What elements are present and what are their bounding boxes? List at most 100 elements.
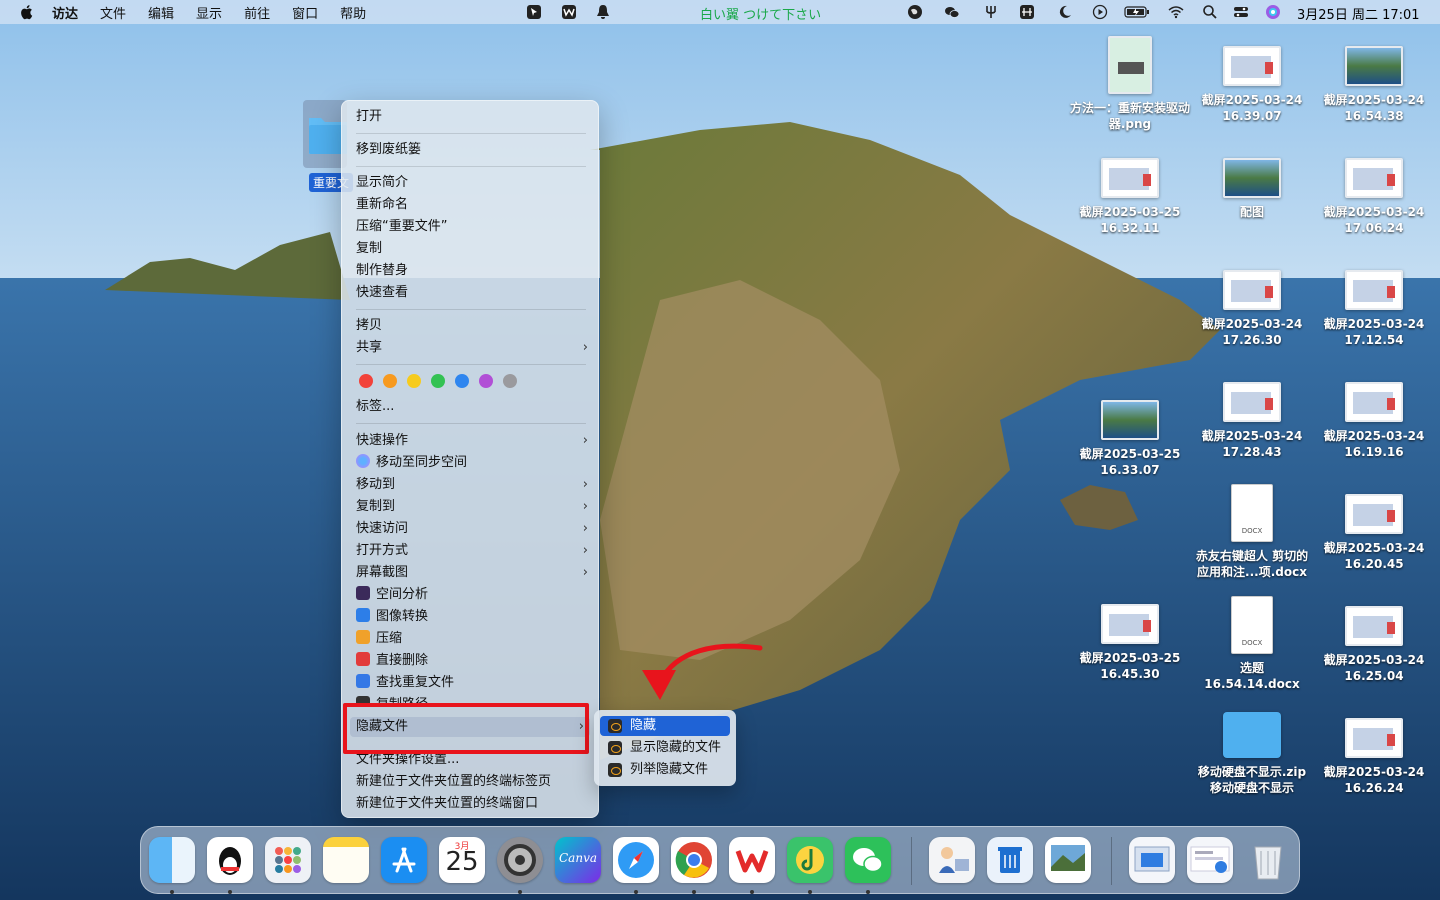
qq-music-icon[interactable] — [787, 837, 833, 883]
system-settings-gear-icon[interactable] — [497, 837, 543, 883]
tag-yellow-dot[interactable] — [407, 374, 421, 388]
desktop-file-icon[interactable]: 赤友右键超人 剪切的应用和注...项.docx — [1192, 484, 1312, 580]
menu-item-new-terminal-tab[interactable]: 新建位于文件夹位置的终端标签页 — [356, 772, 588, 792]
menu-item-tags[interactable]: 标签... — [356, 397, 588, 417]
desktop-file-icon[interactable]: 截屏2025-03-25 16.32.11 — [1070, 158, 1190, 236]
menu-view[interactable]: 显示 — [196, 3, 222, 22]
menu-item-open[interactable]: 打开 — [356, 107, 588, 127]
menu-item-quick-look[interactable]: 快速查看 — [356, 283, 588, 303]
tag-orange-dot[interactable] — [383, 374, 397, 388]
wps-icon[interactable] — [561, 4, 577, 20]
tag-blue-dot[interactable] — [455, 374, 469, 388]
menu-item-label: 直接删除 — [376, 653, 429, 668]
menu-item-move-to-sync[interactable]: 移动至同步空间 — [356, 453, 588, 473]
menu-item-new-terminal-window[interactable]: 新建位于文件夹位置的终端窗口 — [356, 794, 588, 814]
menu-app-name[interactable]: 访达 — [52, 3, 78, 22]
launchpad-icon[interactable] — [265, 837, 311, 883]
notes-icon[interactable] — [323, 837, 369, 883]
desktop-file-icon[interactable]: 方法一：重新安装驱动器.png — [1070, 36, 1190, 132]
menu-item-compress2[interactable]: 压缩 — [356, 629, 588, 649]
uninstaller-icon[interactable] — [987, 837, 1033, 883]
menu-item-share[interactable]: 共享 › — [356, 338, 588, 358]
calendar-icon[interactable]: 3月 25 — [439, 837, 485, 883]
recent-files-stack-icon[interactable] — [1187, 837, 1233, 883]
submenu-item-list-hidden[interactable]: 列举隐藏文件 — [600, 760, 730, 780]
menu-item-copy-to[interactable]: 复制到 › — [356, 497, 588, 517]
desktop-file-icon[interactable]: 截屏2025-03-24 16.25.04 — [1314, 606, 1434, 684]
menu-edit[interactable]: 编辑 — [148, 3, 174, 22]
menu-item-quick-actions[interactable]: 快速操作 › — [356, 431, 588, 451]
control-center-icon[interactable] — [1233, 4, 1249, 20]
desktop-file-icon[interactable]: 截屏2025-03-24 17.28.43 — [1192, 382, 1312, 460]
desktop-file-icon[interactable]: 截屏2025-03-24 17.06.24 — [1314, 158, 1434, 236]
wifi-icon[interactable] — [1168, 4, 1184, 20]
siri-icon[interactable] — [1265, 4, 1281, 20]
menu-item-screenshot[interactable]: 屏幕截图 › — [356, 563, 588, 583]
desktop-file-icon[interactable]: 截屏2025-03-24 17.12.54 — [1314, 270, 1434, 348]
desktop-file-icon[interactable]: 选题 16.54.14.docx — [1192, 596, 1312, 692]
finder-icon[interactable] — [149, 837, 195, 883]
menu-item-image-convert[interactable]: 图像转换 — [356, 607, 588, 627]
menu-item-find-duplicates[interactable]: 查找重复文件 — [356, 673, 588, 693]
menu-window[interactable]: 窗口 — [292, 3, 318, 22]
submenu-item-show-hidden[interactable]: 显示隐藏的文件 — [600, 738, 730, 758]
wechat-menubar-icon[interactable] — [944, 4, 960, 20]
downloads-stack-icon[interactable] — [1129, 837, 1175, 883]
desktop-file-icon[interactable]: 移动硬盘不显示.zip 移动硬盘不显示 — [1192, 712, 1312, 796]
desktop-file-icon[interactable]: 截屏2025-03-24 16.20.45 — [1314, 494, 1434, 572]
menu-item-delete-direct[interactable]: 直接删除 — [356, 651, 588, 671]
apple-menu-icon[interactable] — [18, 3, 36, 21]
tag-red-dot[interactable] — [359, 374, 373, 388]
menu-item-move-to[interactable]: 移动到 › — [356, 475, 588, 495]
focus-moon-icon[interactable] — [1057, 4, 1073, 20]
chrome-icon[interactable] — [671, 837, 717, 883]
desktop-file-icon[interactable]: 截屏2025-03-24 16.26.24 — [1314, 718, 1434, 796]
tag-gray-dot[interactable] — [503, 374, 517, 388]
battery-icon[interactable] — [1124, 4, 1150, 20]
desktop-file-icon[interactable]: 截屏2025-03-24 16.54.38 — [1314, 46, 1434, 124]
canva-icon[interactable]: Canva — [555, 837, 601, 883]
menu-item-copy[interactable]: 拷贝 — [356, 316, 588, 336]
qq-icon[interactable] — [207, 837, 253, 883]
desktop-file-icon[interactable]: 截屏2025-03-24 16.19.16 — [1314, 382, 1434, 460]
menu-item-open-with[interactable]: 打开方式 › — [356, 541, 588, 561]
tag-green-dot[interactable] — [431, 374, 445, 388]
shot-thumbnail-icon — [1223, 270, 1281, 310]
spotlight-search-icon[interactable] — [1202, 4, 1218, 20]
cursor-app-icon[interactable] — [526, 4, 542, 20]
menu-item-rename[interactable]: 重新命名 — [356, 195, 588, 215]
desktop-file-icon[interactable]: 截屏2025-03-24 16.39.07 — [1192, 46, 1312, 124]
menu-go[interactable]: 前往 — [244, 3, 270, 22]
menu-item-make-alias[interactable]: 制作替身 — [356, 261, 588, 281]
menu-separator — [356, 423, 586, 424]
shot-thumbnail-icon — [1345, 382, 1403, 422]
safari-icon[interactable] — [613, 837, 659, 883]
tag-purple-dot[interactable] — [479, 374, 493, 388]
play-circle-icon[interactable] — [1092, 4, 1108, 20]
app-store-icon[interactable] — [381, 837, 427, 883]
menu-item-duplicate[interactable]: 复制 — [356, 239, 588, 259]
menubar-clock[interactable]: 3月25日 周二 17:01 — [1297, 4, 1420, 23]
user-app-icon[interactable] — [929, 837, 975, 883]
input-method-icon[interactable] — [1019, 4, 1035, 20]
compass-icon — [618, 842, 654, 878]
wps-office-icon[interactable] — [729, 837, 775, 883]
menu-item-space-analysis[interactable]: 空间分析 — [356, 585, 588, 605]
photo-app-icon[interactable] — [1045, 837, 1091, 883]
trash-icon[interactable] — [1245, 837, 1291, 883]
menu-file[interactable]: 文件 — [100, 3, 126, 22]
menu-item-trash[interactable]: 移到废纸篓 — [356, 140, 588, 160]
menu-item-get-info[interactable]: 显示简介 — [356, 173, 588, 193]
desktop-file-icon[interactable]: 截屏2025-03-24 17.26.30 — [1192, 270, 1312, 348]
wechat-icon[interactable] — [845, 837, 891, 883]
fork-icon[interactable] — [983, 4, 999, 20]
menu-item-quick-access[interactable]: 快速访问 › — [356, 519, 588, 539]
submenu-item-hide[interactable]: 隐藏 — [600, 716, 730, 736]
desktop-file-icon[interactable]: 截屏2025-03-25 16.33.07 — [1070, 400, 1190, 478]
globe-icon[interactable] — [907, 4, 923, 20]
notification-bell-icon[interactable] — [595, 4, 611, 20]
menu-item-compress[interactable]: 压缩“重要文件” — [356, 217, 588, 237]
menu-help[interactable]: 帮助 — [340, 3, 366, 22]
desktop-file-icon[interactable]: 截屏2025-03-25 16.45.30 — [1070, 604, 1190, 682]
desktop-file-icon[interactable]: 配图 — [1192, 158, 1312, 220]
